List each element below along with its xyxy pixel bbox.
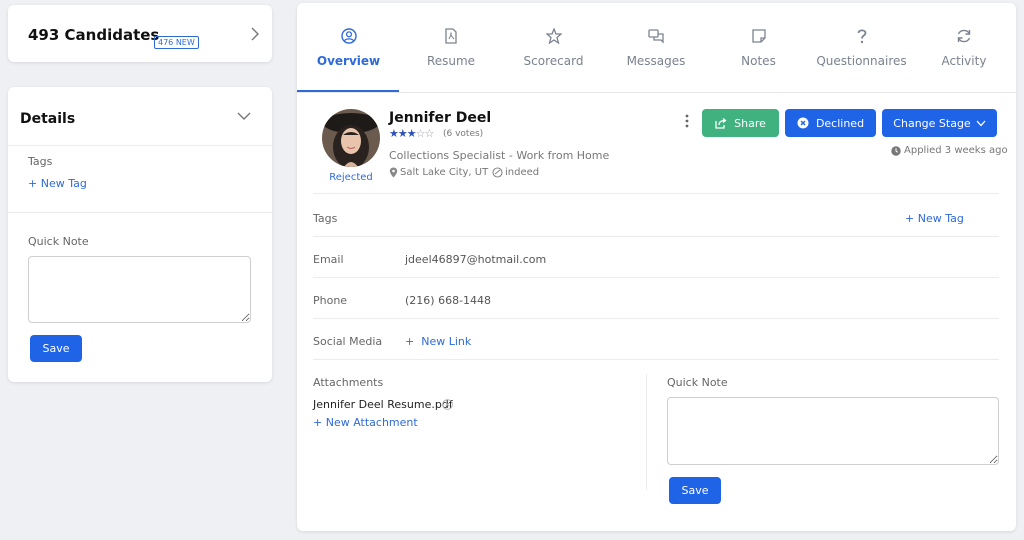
tab-messages[interactable]: Messages (605, 3, 707, 93)
chat-bubbles-icon (648, 29, 664, 44)
clock-icon (891, 146, 901, 156)
star-filled-icon[interactable]: ★ (398, 127, 408, 140)
star-filled-icon[interactable]: ★ (407, 127, 417, 140)
chevron-down-icon[interactable] (236, 110, 252, 122)
pdf-file-icon (445, 28, 457, 44)
candidate-name: Jennifer Deel (389, 110, 492, 126)
divider (313, 193, 999, 194)
divider (297, 92, 1016, 93)
tab-activity[interactable]: Activity (913, 3, 1015, 93)
tab-label: Resume (426, 54, 476, 68)
tab-scorecard[interactable]: Scorecard (502, 3, 605, 93)
social-media-label: Social Media (313, 335, 383, 348)
tab-questionnaires[interactable]: Questionnaires (810, 3, 913, 93)
more-options-icon[interactable] (681, 113, 693, 129)
user-circle-icon (340, 28, 357, 44)
quick-note-input[interactable] (667, 397, 999, 465)
attachments-title: Attachments (313, 376, 384, 389)
declined-button[interactable]: Declined (785, 109, 876, 137)
candidates-card[interactable]: 493 Candidates 476 NEW (8, 5, 272, 62)
sticky-note-icon (751, 29, 766, 43)
new-candidates-badge: 476 NEW (154, 36, 199, 49)
candidates-count-title: 493 Candidates (28, 26, 160, 44)
divider (313, 236, 999, 237)
avatar (322, 109, 380, 167)
divider (646, 374, 647, 490)
quick-note-label: Quick Note (667, 376, 728, 389)
candidate-source: indeed (505, 167, 540, 178)
share-icon (715, 117, 727, 129)
question-mark-icon (857, 29, 866, 44)
share-button[interactable]: Share (702, 109, 779, 137)
sidebar-save-button[interactable]: Save (30, 335, 82, 362)
star-empty-icon[interactable]: ☆ (416, 127, 426, 140)
tab-overview[interactable]: Overview (297, 3, 400, 93)
tab-label: Scorecard (523, 54, 584, 68)
tags-label: Tags (313, 212, 338, 225)
remove-attachment-icon[interactable] (442, 399, 453, 410)
sidebar-tags-label: Tags (28, 155, 53, 168)
tab-notes[interactable]: Notes (707, 3, 810, 93)
star-filled-icon[interactable]: ★ (389, 127, 399, 140)
tab-label: Activity (941, 54, 987, 68)
divider (313, 318, 999, 319)
tab-label: Overview (316, 54, 381, 68)
quick-note-save-button[interactable]: Save (669, 477, 721, 504)
chevron-right-icon[interactable] (248, 27, 262, 41)
phone-label: Phone (313, 294, 348, 307)
source-icon (492, 167, 503, 178)
tab-label: Questionnaires (816, 54, 907, 68)
chevron-down-icon (976, 120, 986, 126)
tab-resume[interactable]: Resume (400, 3, 502, 93)
map-pin-icon (389, 167, 398, 178)
new-tag-link[interactable]: + New Tag (905, 212, 964, 225)
new-link-link[interactable]: + New Link (405, 335, 471, 348)
job-title: Collections Specialist - Work from Home (389, 149, 610, 162)
sidebar-quick-note-input[interactable] (28, 256, 251, 323)
star-rating[interactable]: ★★★☆☆ (389, 127, 435, 140)
tab-label: Notes (741, 54, 776, 68)
refresh-icon (957, 29, 971, 43)
new-attachment-link[interactable]: + New Attachment (313, 416, 418, 429)
tab-label: Messages (626, 54, 686, 68)
sidebar-new-tag-link[interactable]: + New Tag (28, 177, 87, 190)
star-empty-icon[interactable]: ☆ (425, 127, 435, 140)
applied-date: Applied 3 weeks ago (904, 145, 1008, 156)
star-edit-icon (545, 28, 562, 44)
change-stage-button[interactable]: Change Stage (882, 109, 997, 137)
attachment-file-link[interactable]: Jennifer Deel Resume.pdf (313, 398, 453, 411)
change-stage-label: Change Stage (893, 116, 971, 130)
candidate-location: Salt Lake City, UT (400, 167, 489, 178)
sidebar-quick-note-label: Quick Note (28, 235, 89, 248)
votes-count: (6 votes) (443, 129, 484, 139)
details-title: Details (20, 111, 76, 127)
divider (313, 359, 999, 360)
divider (313, 277, 999, 278)
divider (8, 145, 272, 146)
close-circle-icon (797, 117, 809, 129)
phone-value[interactable]: (216) 668-1448 (405, 294, 491, 307)
declined-label: Declined (815, 116, 865, 130)
share-label: Share (734, 116, 766, 130)
email-value[interactable]: jdeel46897@hotmail.com (405, 253, 546, 266)
email-label: Email (313, 253, 344, 266)
divider (8, 212, 272, 213)
status-badge: Rejected (329, 172, 373, 183)
